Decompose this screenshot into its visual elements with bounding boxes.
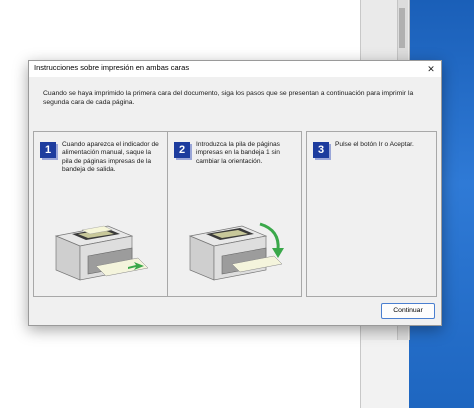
step-number-badge-3: 3	[313, 142, 329, 158]
duplex-instructions-dialog: Instrucciones sobre impresión en ambas c…	[28, 60, 442, 326]
step-number-badge-2: 2	[174, 142, 190, 158]
continue-button[interactable]: Continuar	[381, 303, 435, 319]
step-text-1: Cuando aparezca el indicador de alimenta…	[62, 141, 159, 174]
step-panel-2: 2 Introduzca la pila de páginas impresas…	[167, 131, 302, 297]
step-text-2: Introduzca la pila de páginas impresas e…	[196, 141, 280, 165]
background-scrollbar-thumb[interactable]	[399, 8, 405, 48]
dialog-title: Instrucciones sobre impresión en ambas c…	[34, 63, 190, 72]
step-panel-1: 1 Cuando aparezca el indicador de alimen…	[33, 131, 168, 297]
step-number-badge-1: 1	[40, 142, 56, 158]
intro-text: Cuando se haya imprimido la primera cara…	[43, 90, 414, 106]
step-panel-3: 3 Pulse el botón Ir o Aceptar.	[306, 131, 437, 297]
step-text-3: Pulse el botón Ir o Aceptar.	[335, 141, 414, 148]
background-window-lower	[360, 340, 409, 408]
printer-remove-stack-illustration	[54, 225, 149, 281]
close-button[interactable]: ✕	[421, 61, 441, 77]
printer-insert-stack-illustration	[188, 222, 284, 281]
dialog-titlebar: Instrucciones sobre impresión en ambas c…	[29, 61, 441, 77]
